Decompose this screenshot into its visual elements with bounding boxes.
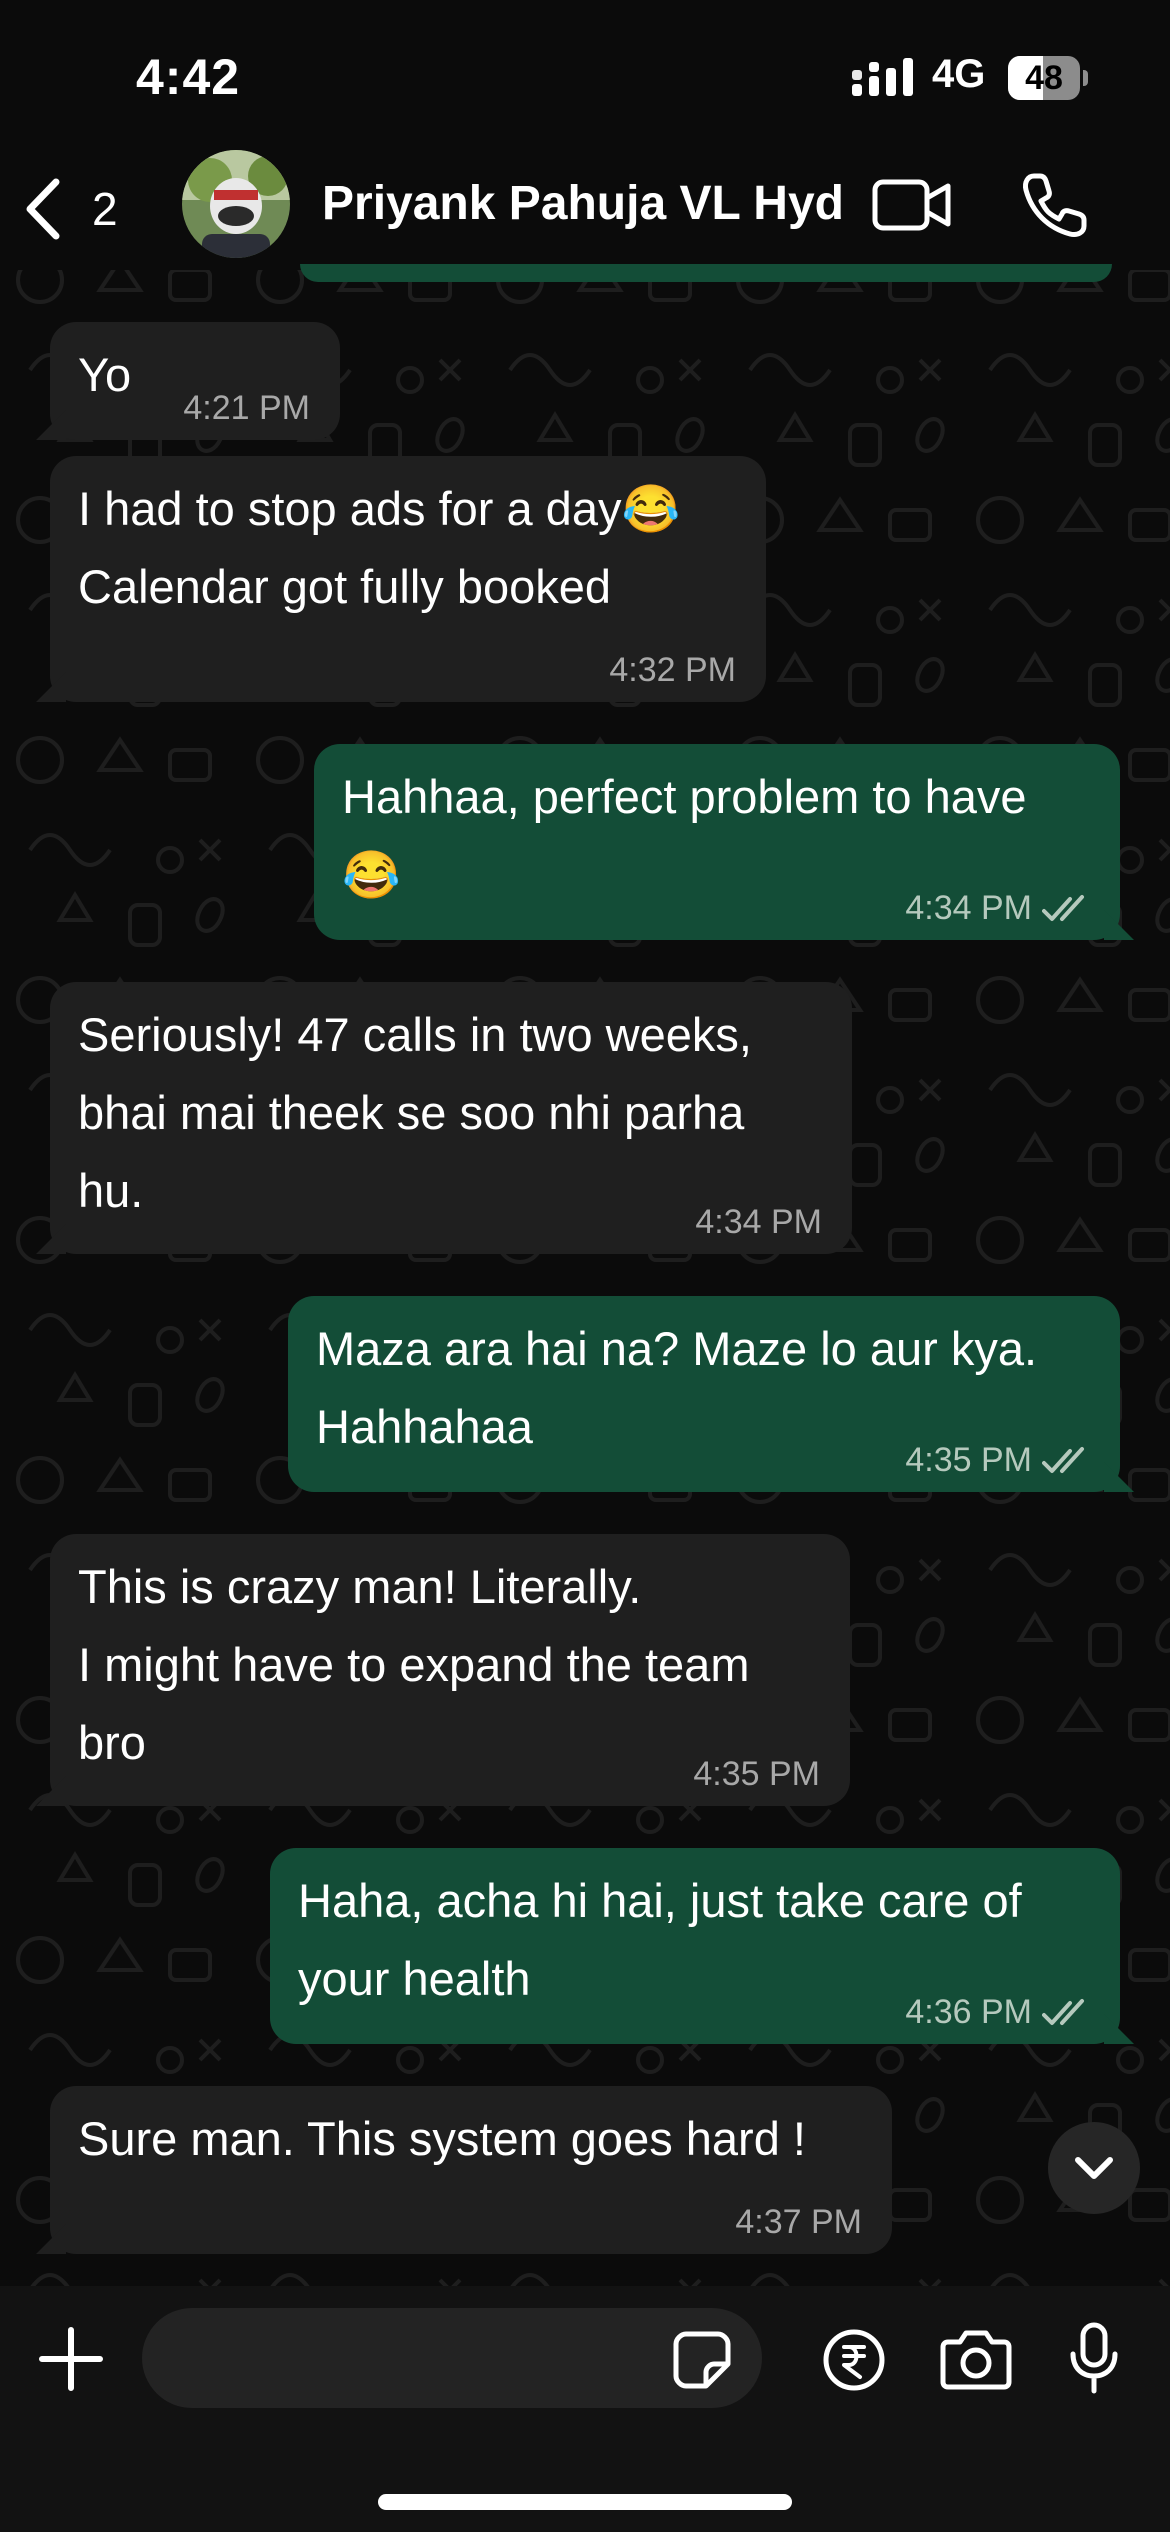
- battery-percentage: 48: [1025, 59, 1063, 97]
- message-time: 4:32 PM: [609, 651, 736, 689]
- message-time: 4:34 PM: [695, 1203, 822, 1241]
- read-receipt-icon: [1042, 1447, 1084, 1473]
- message-time: 4:35 PM: [905, 1441, 1032, 1479]
- previous-message-edge: [300, 264, 1112, 282]
- message-bubble-incoming[interactable]: This is crazy man! Literally. I might ha…: [50, 1534, 850, 1806]
- camera-icon[interactable]: [940, 2328, 1012, 2390]
- home-indicator: [378, 2494, 792, 2510]
- message-time: 4:21 PM: [183, 389, 310, 427]
- message-text: Seriously! 47 calls in two weeks, bhai m…: [78, 1008, 752, 1217]
- message-bubble-outgoing[interactable]: Maza ara hai na? Maze lo aur kya. Hahhah…: [288, 1296, 1120, 1492]
- message-input[interactable]: [142, 2308, 762, 2408]
- avatar-photo: [182, 150, 290, 258]
- scroll-to-bottom-button[interactable]: [1048, 2122, 1140, 2214]
- contact-avatar[interactable]: [182, 150, 290, 258]
- sticker-icon[interactable]: [672, 2330, 732, 2390]
- status-bar: 4:42 4G 48: [0, 0, 1170, 140]
- message-time: 4:35 PM: [693, 1755, 820, 1793]
- message-bubble-incoming[interactable]: I had to stop ads for a day😂 Calendar go…: [50, 456, 766, 702]
- cellular-signal-icon: [852, 58, 913, 96]
- message-text: I had to stop ads for a day😂 Calendar go…: [78, 482, 680, 613]
- message-time: 4:36 PM: [905, 1993, 1032, 2031]
- phone-icon[interactable]: [1020, 170, 1090, 240]
- contact-name[interactable]: Priyank Pahuja VL Hyd: [322, 176, 844, 231]
- read-receipt-icon: [1042, 1999, 1084, 2025]
- message-text: Sure man. This system goes hard !: [78, 2112, 806, 2165]
- message-text: Yo: [78, 348, 132, 401]
- message-text: This is crazy man! Literally. I might ha…: [78, 1560, 750, 1769]
- chat-header: 2 Priyank Pahuja VL Hyd: [0, 140, 1170, 270]
- battery-icon: 48: [1008, 56, 1088, 100]
- message-time: 4:37 PM: [735, 2203, 862, 2241]
- chevron-down-icon: [1075, 2157, 1113, 2179]
- read-receipt-icon: [1042, 895, 1084, 921]
- chevron-left-icon: [26, 178, 60, 240]
- status-time: 4:42: [136, 49, 241, 105]
- rupee-payment-icon[interactable]: [822, 2328, 886, 2392]
- microphone-icon[interactable]: [1068, 2322, 1120, 2394]
- back-button[interactable]: 2: [22, 176, 132, 242]
- message-bubble-incoming[interactable]: Sure man. This system goes hard ! 4:37 P…: [50, 2086, 892, 2254]
- message-time: 4:34 PM: [905, 889, 1032, 927]
- message-bubble-incoming[interactable]: Yo 4:21 PM: [50, 322, 340, 440]
- message-bubble-outgoing[interactable]: Haha, acha hi hai, just take care of you…: [270, 1848, 1120, 2044]
- message-composer: [0, 2286, 1170, 2532]
- plus-icon[interactable]: [38, 2326, 104, 2392]
- unread-count: 2: [92, 183, 118, 235]
- network-type: 4G: [932, 52, 986, 96]
- message-bubble-incoming[interactable]: Seriously! 47 calls in two weeks, bhai m…: [50, 982, 852, 1254]
- video-call-icon[interactable]: [872, 174, 952, 236]
- message-bubble-outgoing[interactable]: Hahhaa, perfect problem to have 😂 4:34 P…: [314, 744, 1120, 940]
